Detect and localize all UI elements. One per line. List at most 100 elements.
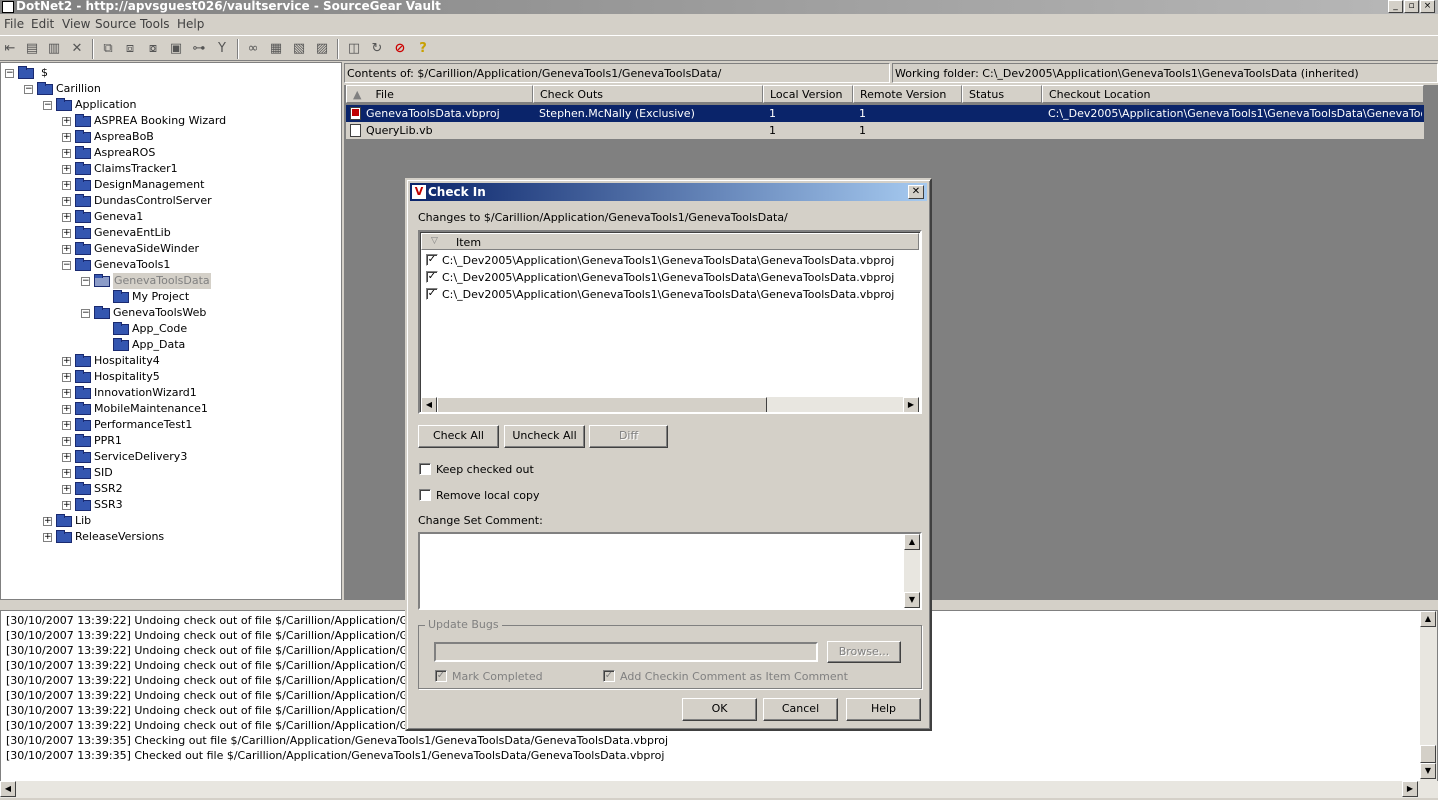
close-button[interactable]: × <box>1420 0 1435 13</box>
expand-icon[interactable]: + <box>62 229 71 238</box>
log-line: [30/10/2007 13:39:35] Checked out file $… <box>6 749 665 762</box>
scroll-right-icon[interactable]: ▶ <box>1402 781 1418 797</box>
column-header-local-version[interactable]: Local Version <box>763 85 853 103</box>
remove-local-copy-checkbox[interactable] <box>419 489 431 501</box>
undo-checkout-icon[interactable]: ⧇ <box>144 40 162 58</box>
item-column-header[interactable]: ▽ Item <box>421 233 919 250</box>
column-header-checkouts[interactable]: Check Outs <box>533 85 763 103</box>
expand-icon[interactable]: + <box>62 117 71 126</box>
expand-icon[interactable]: + <box>62 389 71 398</box>
collapse-icon[interactable]: − <box>81 277 90 286</box>
collapse-icon[interactable]: − <box>81 309 90 318</box>
column-header-file[interactable]: ▲ File <box>346 85 533 103</box>
refresh-icon[interactable]: ↻ <box>368 40 386 58</box>
browse-button[interactable]: Browse... <box>827 641 901 663</box>
expand-icon[interactable]: + <box>62 181 71 190</box>
expand-icon[interactable]: + <box>62 373 71 382</box>
add-files-icon[interactable]: ▤ <box>23 40 41 58</box>
folder-icon <box>75 146 91 159</box>
expand-icon[interactable]: + <box>62 469 71 478</box>
scroll-thumb[interactable] <box>1420 745 1436 763</box>
scroll-up-icon[interactable]: ▲ <box>1420 611 1436 627</box>
changes-horizontal-scrollbar[interactable]: ◀ ▶ <box>421 397 919 412</box>
delete-icon[interactable]: ✕ <box>68 40 86 58</box>
expand-icon[interactable]: + <box>62 501 71 510</box>
windows-icon[interactable]: ◫ <box>345 40 363 58</box>
menu-tools[interactable]: Tools <box>140 17 170 31</box>
check-out-icon[interactable]: ⧉ <box>99 40 117 58</box>
properties-icon[interactable]: ▨ <box>313 40 331 58</box>
restore-button[interactable]: ▫ <box>1404 0 1419 13</box>
minimize-button[interactable]: _ <box>1388 0 1403 13</box>
folder-icon <box>75 370 91 383</box>
help-icon[interactable]: ? <box>414 40 432 58</box>
commit-icon[interactable]: ▣ <box>167 40 185 58</box>
mark-completed-checkbox[interactable]: ✓ <box>435 670 447 682</box>
menu-file[interactable]: File <box>4 17 24 31</box>
file-row-selected[interactable]: GenevaToolsData.vbproj Stephen.McNally (… <box>346 105 1424 122</box>
item-checkbox[interactable]: ✓ <box>426 288 438 300</box>
change-set-comment-input[interactable]: ▲ ▼ <box>418 532 922 610</box>
log-horizontal-scrollbar[interactable]: ◀ ▶ <box>0 781 1438 798</box>
find-icon[interactable]: ∞ <box>244 40 262 58</box>
expand-icon[interactable]: + <box>62 453 71 462</box>
help-button[interactable]: Help <box>846 698 921 721</box>
scroll-down-icon[interactable]: ▼ <box>1420 763 1436 779</box>
expand-icon[interactable]: + <box>62 405 71 414</box>
link-icon[interactable]: ⊶ <box>190 40 208 58</box>
uncheck-all-button[interactable]: Uncheck All <box>504 425 585 448</box>
collapse-icon[interactable]: − <box>5 69 14 78</box>
expand-icon[interactable]: + <box>62 197 71 206</box>
vault-icon: V <box>412 185 426 199</box>
item-checkbox[interactable]: ✓ <box>426 254 438 266</box>
scroll-thumb[interactable] <box>437 397 767 412</box>
expand-icon[interactable]: + <box>62 165 71 174</box>
column-header-remote-version[interactable]: Remote Version <box>853 85 962 103</box>
check-in-icon[interactable]: ⧈ <box>121 40 139 58</box>
menu-source[interactable]: Source <box>95 17 136 31</box>
collapse-icon[interactable]: − <box>62 261 71 270</box>
scroll-left-icon[interactable]: ◀ <box>421 397 437 412</box>
scroll-right-icon[interactable]: ▶ <box>903 397 919 412</box>
expand-icon[interactable]: + <box>62 485 71 494</box>
expand-icon[interactable]: + <box>62 357 71 366</box>
add-comment-checkbox[interactable]: ✓ <box>603 670 615 682</box>
expand-icon[interactable]: + <box>62 245 71 254</box>
log-vertical-scrollbar[interactable]: ▲ ▼ <box>1420 611 1437 781</box>
expand-icon[interactable]: + <box>43 533 52 542</box>
expand-icon[interactable]: + <box>43 517 52 526</box>
scroll-down-icon[interactable]: ▼ <box>904 592 920 608</box>
branch-icon[interactable]: Y <box>213 40 231 58</box>
collapse-icon[interactable]: − <box>43 101 52 110</box>
file-row[interactable]: QueryLib.vb 1 1 <box>346 122 1424 139</box>
ok-button[interactable]: OK <box>682 698 757 721</box>
diff-button[interactable]: Diff <box>589 425 668 448</box>
folder-icon <box>37 82 53 95</box>
expand-icon[interactable]: + <box>62 437 71 446</box>
get-latest-icon[interactable]: ⇤ <box>1 40 19 58</box>
expand-icon[interactable]: + <box>62 149 71 158</box>
scroll-up-icon[interactable]: ▲ <box>904 534 920 550</box>
menu-view[interactable]: View <box>62 17 90 31</box>
collapse-icon[interactable]: − <box>24 85 33 94</box>
item-checkbox[interactable]: ✓ <box>426 271 438 283</box>
cancel-button[interactable]: Cancel <box>763 698 838 721</box>
label-icon[interactable]: ▧ <box>290 40 308 58</box>
expand-icon[interactable]: + <box>62 133 71 142</box>
dialog-close-button[interactable]: ✕ <box>908 185 924 199</box>
working-folder[interactable]: Working folder: C:\_Dev2005\Application\… <box>892 63 1438 83</box>
stop-icon[interactable]: ⊘ <box>391 40 409 58</box>
scroll-left-icon[interactable]: ◀ <box>0 781 16 797</box>
expand-icon[interactable]: + <box>62 421 71 430</box>
check-all-button[interactable]: Check All <box>418 425 499 448</box>
comment-scrollbar[interactable]: ▲ ▼ <box>904 534 920 608</box>
expand-icon[interactable]: + <box>62 213 71 222</box>
history-icon[interactable]: ▦ <box>267 40 285 58</box>
menu-edit[interactable]: Edit <box>31 17 54 31</box>
new-folder-icon[interactable]: ▥ <box>45 40 63 58</box>
column-header-status[interactable]: Status <box>962 85 1042 103</box>
keep-checked-out-checkbox[interactable] <box>419 463 431 475</box>
column-header-checkout-location[interactable]: Checkout Location <box>1042 85 1424 103</box>
folder-icon <box>56 530 72 543</box>
menu-help[interactable]: Help <box>177 17 204 31</box>
